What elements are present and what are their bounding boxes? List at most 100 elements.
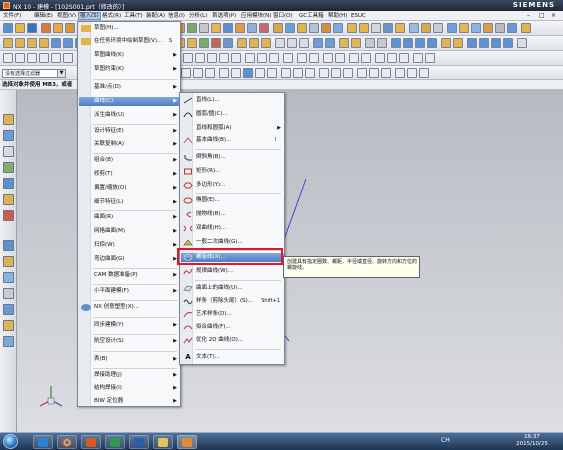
snap-edge-icon[interactable]: [419, 68, 429, 78]
insert-item-weld-assistant[interactable]: 焊接助理(J) ▶: [79, 371, 180, 380]
view-orient-icon[interactable]: [447, 23, 457, 33]
curve-length-icon[interactable]: [269, 53, 279, 63]
menu-window[interactable]: 窗口(O): [272, 12, 294, 20]
unite-body-icon[interactable]: [199, 38, 209, 48]
rectangle-tool-icon[interactable]: [63, 53, 73, 63]
new-icon[interactable]: [3, 23, 13, 33]
trim-curve-icon[interactable]: [245, 53, 255, 63]
menu-view[interactable]: 视图(V): [56, 12, 77, 20]
snap-center-icon[interactable]: [231, 68, 241, 78]
bridge-icon[interactable]: [351, 38, 361, 48]
insert-item-mesh-surface[interactable]: 网格曲面(M) ▶: [79, 227, 180, 236]
insert-item-associative-copy[interactable]: 关联复制(A) ▶: [79, 140, 180, 149]
analysis-icon[interactable]: [421, 23, 431, 33]
menu-info[interactable]: 信息(I): [167, 12, 186, 20]
menu-help[interactable]: 帮助(H): [327, 12, 348, 20]
insert-item-design-feature[interactable]: 设计特征(E) ▶: [79, 127, 180, 136]
sketch-icon[interactable]: [41, 23, 51, 33]
layer-icon[interactable]: [471, 23, 481, 33]
mirror-curve-icon[interactable]: [349, 53, 359, 63]
insert-item-structure-weld[interactable]: 结构焊接(I) ▶: [79, 384, 180, 393]
trim-icon[interactable]: [237, 38, 247, 48]
curve-item-optimize-2d[interactable]: 优化 2D 曲线(O)...: [181, 336, 284, 345]
curve-item-ellipse[interactable]: 椭圆(E)...: [181, 196, 284, 205]
insert-item-surface[interactable]: 曲面(R) ▶: [79, 213, 180, 222]
restore-icon[interactable]: □: [539, 12, 545, 20]
menu-preferences[interactable]: 首选项(P): [211, 12, 237, 20]
sphere-icon[interactable]: [39, 38, 49, 48]
curve-item-line[interactable]: 直线(L)...: [181, 96, 284, 105]
measure-icon[interactable]: [409, 23, 419, 33]
offset-face-icon[interactable]: [211, 23, 221, 33]
wireframe-icon[interactable]: [453, 38, 463, 48]
resize-blend-icon[interactable]: [395, 23, 405, 33]
bounded-plane-icon[interactable]: [325, 38, 335, 48]
chamfer-edge-icon[interactable]: [187, 38, 197, 48]
insert-item-facet-modeling[interactable]: 小平面建模(F) ▶: [79, 287, 180, 296]
menu-analysis[interactable]: 分析(L): [188, 12, 208, 20]
taskbar-nx[interactable]: [177, 435, 197, 449]
taskbar-word[interactable]: [129, 435, 149, 449]
move-face-icon[interactable]: [347, 23, 357, 33]
insert-item-detail-feature[interactable]: 细节特征(L) ▶: [79, 198, 180, 207]
start-button[interactable]: [3, 434, 18, 449]
view-tab-icon[interactable]: [3, 336, 14, 347]
selection-filter-dropdown[interactable]: 没有选择过滤器 ▼: [2, 69, 66, 78]
surface-icon[interactable]: [297, 23, 307, 33]
i-form-icon[interactable]: [377, 38, 387, 48]
front-view-icon[interactable]: [403, 38, 413, 48]
curve-item-curve-on-surface[interactable]: 曲面上的曲线(U)...: [181, 284, 284, 293]
snap-tangent-icon[interactable]: [281, 68, 291, 78]
pocket-icon[interactable]: [63, 38, 73, 48]
curve-item-rectangle[interactable]: 矩形(R)...: [181, 167, 284, 176]
replace-face-icon[interactable]: [383, 23, 393, 33]
menu-assembly[interactable]: 装配(A): [145, 12, 166, 20]
pan-icon[interactable]: [503, 38, 513, 48]
snap-angle-icon[interactable]: [407, 68, 417, 78]
system-material-icon[interactable]: [3, 240, 14, 251]
insert-item-datum-point[interactable]: 基准/点(D) ▶: [79, 83, 180, 92]
insert-item-sweep[interactable]: 扫掠(W) ▶: [79, 241, 180, 250]
reuse-library-icon[interactable]: [3, 162, 14, 173]
circle-tool-icon[interactable]: [27, 53, 37, 63]
roles-icon[interactable]: [3, 256, 14, 267]
insert-item-synchronous-modeling[interactable]: 同步建模(Y) ▶: [79, 321, 180, 330]
intersect-icon[interactable]: [223, 38, 233, 48]
menu-esuc[interactable]: ESUC: [350, 12, 367, 20]
taskbar-powerpoint[interactable]: [81, 435, 101, 449]
menu-tools[interactable]: 工具(T): [123, 12, 144, 20]
scale-icon[interactable]: [259, 23, 269, 33]
insert-item-biw-locator[interactable]: BIW 定位器 ▶: [79, 397, 180, 406]
curve-item-text[interactable]: A 文本(T)...: [181, 353, 284, 362]
section-curve-icon[interactable]: [309, 53, 319, 63]
settings-icon[interactable]: [517, 38, 527, 48]
insert-item-trim[interactable]: 修剪(T) ▶: [79, 170, 180, 179]
select-all-icon[interactable]: [181, 68, 191, 78]
chevron-down-icon[interactable]: ▼: [57, 70, 65, 77]
insert-item-curve[interactable]: 曲线(C) ▶: [79, 97, 180, 106]
pull-face-icon[interactable]: [359, 23, 369, 33]
system-scene-icon[interactable]: [3, 272, 14, 283]
process-studio-icon[interactable]: [3, 210, 14, 221]
menu-edit[interactable]: 编辑(E): [33, 12, 54, 20]
divide-curve-icon[interactable]: [257, 53, 267, 63]
rotate-icon[interactable]: [491, 38, 501, 48]
block-icon[interactable]: [3, 38, 13, 48]
minimize-icon[interactable]: –: [527, 12, 530, 20]
studio-surface-icon[interactable]: [299, 38, 309, 48]
curve-item-fit-curve[interactable]: 拟合曲线(F)...: [181, 323, 284, 332]
curve-item-spline[interactable]: 样条（剪除头尾）(S)... Shift+1: [181, 297, 284, 306]
through-curves-icon[interactable]: [275, 38, 285, 48]
top-view-icon[interactable]: [415, 38, 425, 48]
curve-item-law-curve[interactable]: 规律曲线(W)...: [181, 267, 284, 276]
open-icon[interactable]: [15, 23, 25, 33]
bridge-curve-icon[interactable]: [219, 53, 229, 63]
curve-item-general-conic[interactable]: 一般二次曲线(G)...: [181, 238, 284, 247]
curve-item-chamfer[interactable]: 倒斜角(B)...: [181, 153, 284, 162]
snap-grid-icon[interactable]: [395, 68, 405, 78]
mirror-icon[interactable]: [199, 23, 209, 33]
insert-item-flange-surface[interactable]: 弯边曲面(G) ▶: [79, 255, 180, 264]
menu-format[interactable]: 格式(R): [101, 12, 122, 20]
polygon-tool-icon[interactable]: [51, 53, 61, 63]
macro-icon[interactable]: [521, 23, 531, 33]
